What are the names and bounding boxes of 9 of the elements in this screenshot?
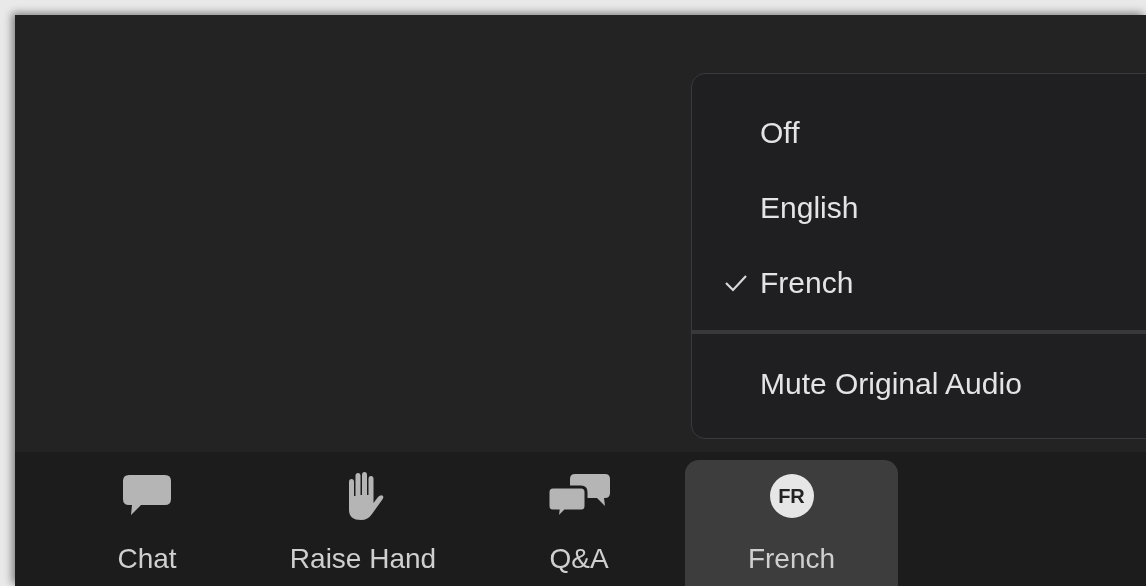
language-option[interactable]: Off xyxy=(692,95,1146,170)
language-button[interactable]: FR French xyxy=(685,460,898,586)
language-option[interactable]: French xyxy=(692,245,1146,320)
qa-button[interactable]: Q&A xyxy=(504,460,654,586)
language-option[interactable]: English xyxy=(692,170,1146,245)
raise-hand-button[interactable]: Raise Hand xyxy=(253,460,473,586)
chat-button[interactable]: Chat xyxy=(72,460,222,586)
mute-original-audio-item[interactable]: Mute Original Audio xyxy=(692,346,1146,421)
language-badge: FR xyxy=(769,474,814,518)
